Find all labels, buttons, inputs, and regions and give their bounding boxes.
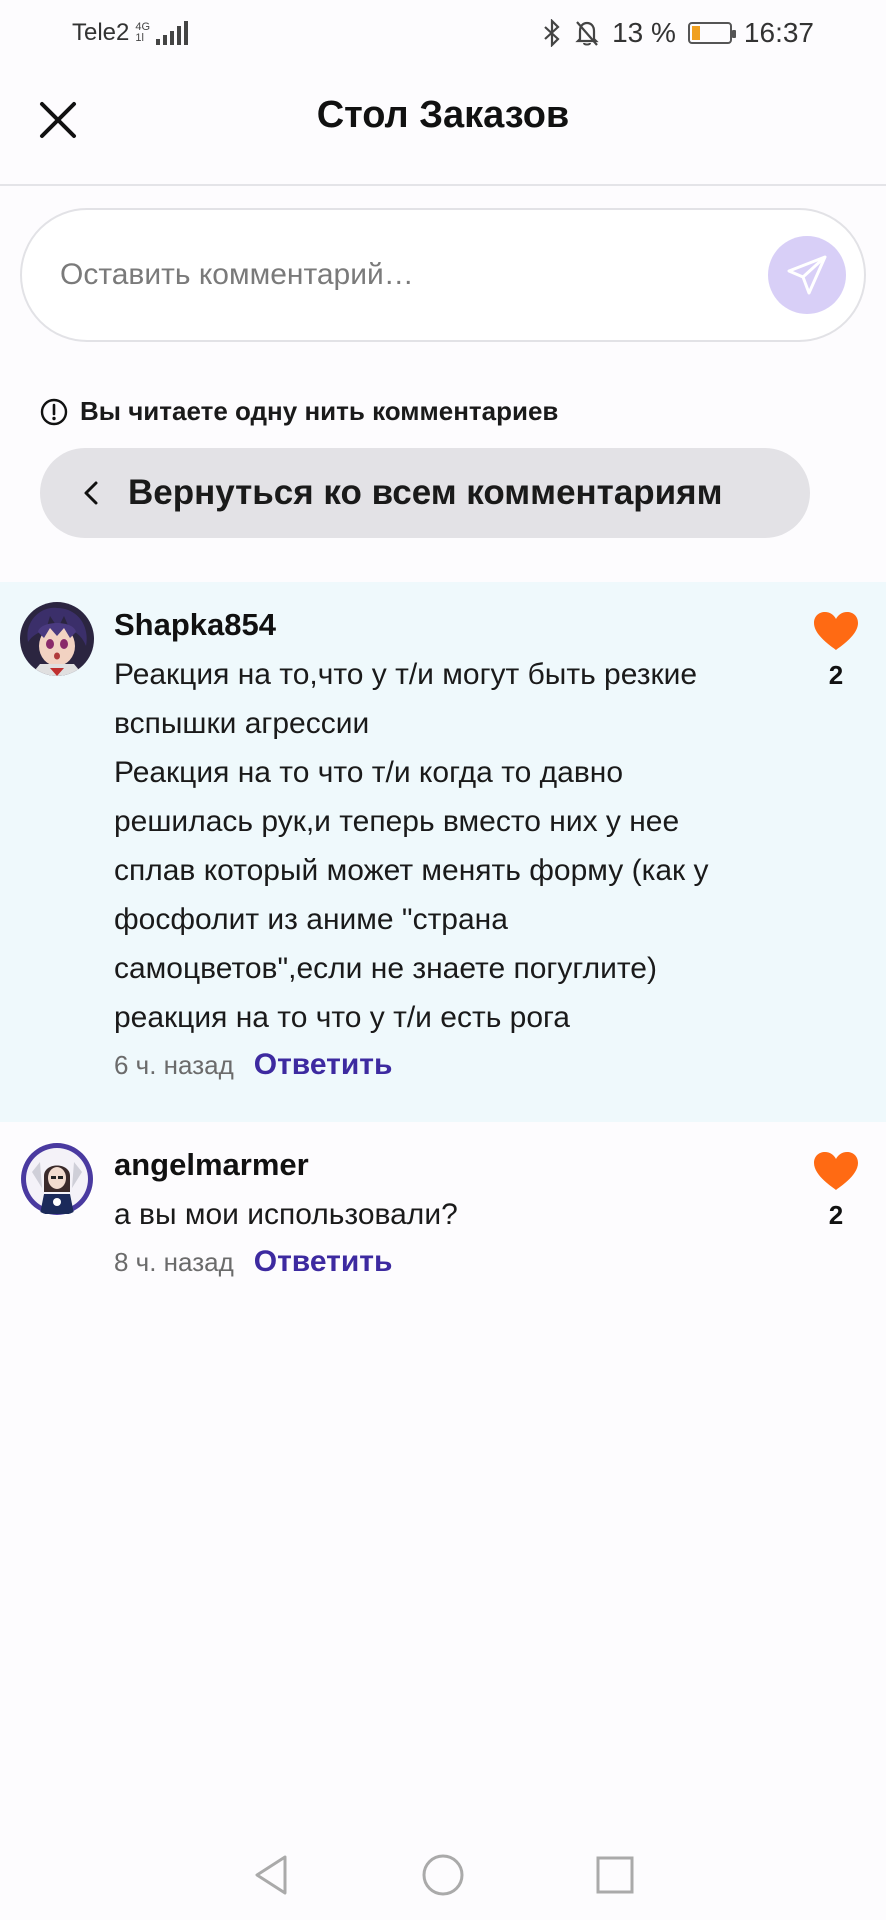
recents-square-icon[interactable] [595, 1855, 635, 1895]
heart-icon[interactable] [812, 610, 860, 652]
send-icon [787, 255, 827, 295]
battery-icon [687, 22, 736, 44]
comment-item: angelmarmer а вы мои использовали? 8 ч. … [0, 1122, 886, 1322]
send-button[interactable] [768, 236, 846, 314]
back-button-label: Вернуться ко всем комментариям [128, 473, 723, 512]
mute-bell-icon [575, 21, 599, 46]
header: Стол Заказов [0, 66, 886, 186]
page-title: Стол Заказов [316, 93, 570, 136]
home-circle-icon[interactable] [421, 1853, 465, 1897]
comment-input[interactable] [60, 258, 740, 292]
reply-button[interactable]: Ответить [254, 1245, 393, 1279]
like-block: 2 [806, 1150, 866, 1231]
like-block: 2 [806, 610, 866, 691]
signal-icon [156, 21, 189, 45]
info-icon [40, 398, 68, 425]
like-count: 2 [828, 660, 844, 690]
comment-time: 8 ч. назад [114, 1246, 234, 1277]
close-button[interactable] [30, 92, 86, 148]
comment-username[interactable]: angelmarmer [114, 1140, 776, 1190]
close-icon [40, 102, 76, 138]
avatar[interactable] [20, 602, 94, 676]
status-bar: Tele2 4G 1l 13 % 16:37 [0, 0, 886, 66]
avatar[interactable] [20, 1142, 94, 1216]
network-type: 4G 1l [135, 22, 150, 44]
thread-notice: Вы читаете одну нить комментариев [40, 396, 558, 427]
avatar-image [20, 602, 94, 676]
comment-body: Shapka854 Реакция на то,что у т/и могут … [114, 600, 776, 1082]
status-right: 13 % 16:37 [542, 17, 814, 49]
back-triangle-icon[interactable] [251, 1853, 291, 1897]
like-count: 2 [828, 1200, 844, 1230]
comment-body: angelmarmer а вы мои использовали? 8 ч. … [114, 1140, 776, 1279]
clock: 16:37 [743, 17, 814, 48]
comment-username[interactable]: Shapka854 [114, 600, 776, 650]
battery-percent: 13 % [612, 17, 676, 48]
system-nav-bar [0, 1830, 886, 1920]
reply-button[interactable]: Ответить [254, 1048, 393, 1082]
comment-text: Реакция на то,что у т/и могут быть резки… [114, 658, 709, 1034]
back-to-all-comments-button[interactable]: Вернуться ко всем комментариям [40, 448, 810, 538]
avatar-image [20, 1142, 94, 1216]
heart-icon[interactable] [812, 1150, 860, 1192]
chevron-left-icon [84, 481, 98, 505]
network-sub-label: 1l [135, 32, 144, 44]
carrier-label: Tele2 [72, 19, 130, 46]
comment-time: 6 ч. назад [114, 1049, 234, 1080]
comment-item: Shapka854 Реакция на то,что у т/и могут … [0, 582, 886, 1122]
comment-meta: 6 ч. назад Ответить [114, 1048, 776, 1082]
comment-text: а вы мои использовали? [114, 1198, 458, 1231]
comment-input-container [20, 208, 866, 342]
comment-meta: 8 ч. назад Ответить [114, 1245, 776, 1279]
bluetooth-icon [544, 19, 560, 47]
status-left: Tele2 4G 1l [72, 19, 189, 47]
thread-notice-text: Вы читаете одну нить комментариев [80, 396, 559, 426]
